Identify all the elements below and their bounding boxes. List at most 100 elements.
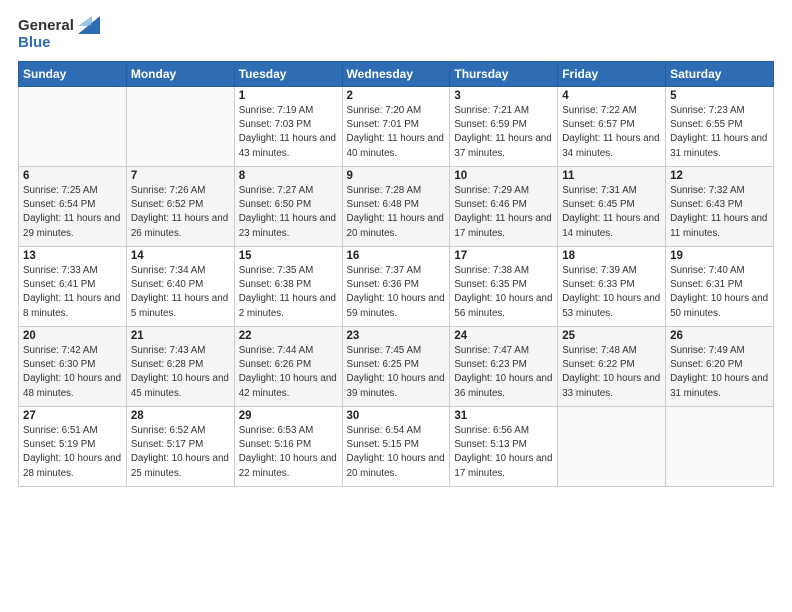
calendar-cell: 25 Sunrise: 7:48 AMSunset: 6:22 PMDayligh… bbox=[558, 327, 666, 407]
day-info: Sunrise: 6:51 AMSunset: 5:19 PMDaylight:… bbox=[23, 424, 122, 481]
day-info: Sunrise: 7:37 AMSunset: 6:36 PMDaylight:… bbox=[347, 264, 446, 321]
day-number: 27 bbox=[23, 410, 122, 422]
day-info: Sunrise: 7:38 AMSunset: 6:35 PMDaylight:… bbox=[454, 264, 553, 321]
calendar-cell: 2 Sunrise: 7:20 AMSunset: 7:01 PMDaylight… bbox=[342, 87, 450, 167]
day-info: Sunrise: 7:44 AMSunset: 6:26 PMDaylight:… bbox=[239, 344, 338, 401]
day-info: Sunrise: 7:40 AMSunset: 6:31 PMDaylight:… bbox=[670, 264, 769, 321]
calendar-cell: 11 Sunrise: 7:31 AMSunset: 6:45 PMDayligh… bbox=[558, 167, 666, 247]
day-info: Sunrise: 7:21 AMSunset: 6:59 PMDaylight:… bbox=[454, 104, 553, 161]
calendar-cell: 30Sunrise: 6:54 AMSunset: 5:15 PMDayligh… bbox=[342, 407, 450, 487]
calendar-cell: 21Sunrise: 7:43 AMSunset: 6:28 PMDayligh… bbox=[126, 327, 234, 407]
day-number: 16 bbox=[347, 250, 446, 262]
calendar-header-thursday: Thursday bbox=[450, 62, 558, 87]
logo-blue: Blue bbox=[18, 34, 51, 51]
day-info: Sunrise: 7:48 AMSunset: 6:22 PMDaylight:… bbox=[562, 344, 661, 401]
calendar-cell: 31Sunrise: 6:56 AMSunset: 5:13 PMDayligh… bbox=[450, 407, 558, 487]
day-info: Sunrise: 7:27 AMSunset: 6:50 PMDaylight:… bbox=[239, 184, 338, 241]
day-info: Sunrise: 7:49 AMSunset: 6:20 PMDaylight:… bbox=[670, 344, 769, 401]
calendar-cell: 19 Sunrise: 7:40 AMSunset: 6:31 PMDayligh… bbox=[666, 247, 774, 327]
day-number: 11 bbox=[562, 170, 661, 182]
day-info: Sunrise: 7:28 AMSunset: 6:48 PMDaylight:… bbox=[347, 184, 446, 241]
day-info: Sunrise: 7:22 AMSunset: 6:57 PMDaylight:… bbox=[562, 104, 661, 161]
calendar-week-2: 6Sunrise: 7:25 AMSunset: 6:54 PMDaylight… bbox=[19, 167, 774, 247]
calendar-cell: 8 Sunrise: 7:27 AMSunset: 6:50 PMDaylight… bbox=[234, 167, 342, 247]
calendar-cell: 28 Sunrise: 6:52 AMSunset: 5:17 PMDayligh… bbox=[126, 407, 234, 487]
day-info: Sunrise: 7:42 AMSunset: 6:30 PMDaylight:… bbox=[23, 344, 122, 401]
day-info: Sunrise: 7:47 AMSunset: 6:23 PMDaylight:… bbox=[454, 344, 553, 401]
day-info: Sunrise: 6:54 AMSunset: 5:15 PMDaylight:… bbox=[347, 424, 446, 481]
day-info: Sunrise: 7:26 AMSunset: 6:52 PMDaylight:… bbox=[131, 184, 230, 241]
calendar-cell: 17Sunrise: 7:38 AMSunset: 6:35 PMDayligh… bbox=[450, 247, 558, 327]
calendar-header-tuesday: Tuesday bbox=[234, 62, 342, 87]
calendar-week-5: 27 Sunrise: 6:51 AMSunset: 5:19 PMDayligh… bbox=[19, 407, 774, 487]
day-info: Sunrise: 7:33 AMSunset: 6:41 PMDaylight:… bbox=[23, 264, 122, 321]
day-number: 14 bbox=[131, 250, 230, 262]
calendar-cell bbox=[666, 407, 774, 487]
day-number: 26 bbox=[670, 330, 769, 342]
calendar-cell: 7 Sunrise: 7:26 AMSunset: 6:52 PMDaylight… bbox=[126, 167, 234, 247]
logo: General Blue bbox=[18, 16, 100, 51]
day-number: 8 bbox=[239, 170, 338, 182]
calendar-cell: 27 Sunrise: 6:51 AMSunset: 5:19 PMDayligh… bbox=[19, 407, 127, 487]
day-number: 18 bbox=[562, 250, 661, 262]
day-info: Sunrise: 7:39 AMSunset: 6:33 PMDaylight:… bbox=[562, 264, 661, 321]
calendar-cell: 12Sunrise: 7:32 AMSunset: 6:43 PMDayligh… bbox=[666, 167, 774, 247]
day-number: 19 bbox=[670, 250, 769, 262]
day-info: Sunrise: 6:53 AMSunset: 5:16 PMDaylight:… bbox=[239, 424, 338, 481]
calendar-table: SundayMondayTuesdayWednesdayThursdayFrid… bbox=[18, 61, 774, 487]
day-number: 9 bbox=[347, 170, 446, 182]
day-info: Sunrise: 6:52 AMSunset: 5:17 PMDaylight:… bbox=[131, 424, 230, 481]
day-info: Sunrise: 7:32 AMSunset: 6:43 PMDaylight:… bbox=[670, 184, 769, 241]
calendar-cell bbox=[126, 87, 234, 167]
calendar-cell: 13 Sunrise: 7:33 AMSunset: 6:41 PMDayligh… bbox=[19, 247, 127, 327]
day-number: 1 bbox=[239, 90, 338, 102]
calendar-cell: 29 Sunrise: 6:53 AMSunset: 5:16 PMDayligh… bbox=[234, 407, 342, 487]
day-number: 7 bbox=[131, 170, 230, 182]
calendar-week-3: 13 Sunrise: 7:33 AMSunset: 6:41 PMDayligh… bbox=[19, 247, 774, 327]
calendar-cell: 9 Sunrise: 7:28 AMSunset: 6:48 PMDaylight… bbox=[342, 167, 450, 247]
day-number: 29 bbox=[239, 410, 338, 422]
day-number: 25 bbox=[562, 330, 661, 342]
calendar-cell: 1 Sunrise: 7:19 AMSunset: 7:03 PMDaylight… bbox=[234, 87, 342, 167]
day-info: Sunrise: 7:25 AMSunset: 6:54 PMDaylight:… bbox=[23, 184, 122, 241]
header: General Blue bbox=[18, 16, 774, 51]
calendar-cell: 15Sunrise: 7:35 AMSunset: 6:38 PMDayligh… bbox=[234, 247, 342, 327]
calendar-cell bbox=[558, 407, 666, 487]
page: General Blue SundayMondayTuesdayWednesda… bbox=[0, 0, 792, 612]
calendar-cell: 3 Sunrise: 7:21 AMSunset: 6:59 PMDaylight… bbox=[450, 87, 558, 167]
day-number: 13 bbox=[23, 250, 122, 262]
logo-general: General bbox=[18, 17, 74, 34]
calendar-header-row: SundayMondayTuesdayWednesdayThursdayFrid… bbox=[19, 62, 774, 87]
day-info: Sunrise: 7:23 AMSunset: 6:55 PMDaylight:… bbox=[670, 104, 769, 161]
day-info: Sunrise: 6:56 AMSunset: 5:13 PMDaylight:… bbox=[454, 424, 553, 481]
day-number: 2 bbox=[347, 90, 446, 102]
day-info: Sunrise: 7:19 AMSunset: 7:03 PMDaylight:… bbox=[239, 104, 338, 161]
day-number: 20 bbox=[23, 330, 122, 342]
day-number: 3 bbox=[454, 90, 553, 102]
day-number: 5 bbox=[670, 90, 769, 102]
calendar-cell bbox=[19, 87, 127, 167]
logo-triangle-icon bbox=[78, 16, 100, 34]
calendar-cell: 18 Sunrise: 7:39 AMSunset: 6:33 PMDayligh… bbox=[558, 247, 666, 327]
day-info: Sunrise: 7:45 AMSunset: 6:25 PMDaylight:… bbox=[347, 344, 446, 401]
calendar-cell: 10Sunrise: 7:29 AMSunset: 6:46 PMDayligh… bbox=[450, 167, 558, 247]
day-number: 4 bbox=[562, 90, 661, 102]
calendar-cell: 26 Sunrise: 7:49 AMSunset: 6:20 PMDayligh… bbox=[666, 327, 774, 407]
calendar-cell: 14Sunrise: 7:34 AMSunset: 6:40 PMDayligh… bbox=[126, 247, 234, 327]
calendar-cell: 20 Sunrise: 7:42 AMSunset: 6:30 PMDayligh… bbox=[19, 327, 127, 407]
calendar-cell: 5 Sunrise: 7:23 AMSunset: 6:55 PMDaylight… bbox=[666, 87, 774, 167]
day-number: 23 bbox=[347, 330, 446, 342]
calendar-header-saturday: Saturday bbox=[666, 62, 774, 87]
calendar-cell: 4 Sunrise: 7:22 AMSunset: 6:57 PMDaylight… bbox=[558, 87, 666, 167]
day-number: 24 bbox=[454, 330, 553, 342]
day-number: 28 bbox=[131, 410, 230, 422]
calendar-cell: 23 Sunrise: 7:45 AMSunset: 6:25 PMDayligh… bbox=[342, 327, 450, 407]
day-info: Sunrise: 7:20 AMSunset: 7:01 PMDaylight:… bbox=[347, 104, 446, 161]
day-number: 15 bbox=[239, 250, 338, 262]
day-info: Sunrise: 7:31 AMSunset: 6:45 PMDaylight:… bbox=[562, 184, 661, 241]
calendar-header-monday: Monday bbox=[126, 62, 234, 87]
calendar-cell: 22 Sunrise: 7:44 AMSunset: 6:26 PMDayligh… bbox=[234, 327, 342, 407]
calendar-header-friday: Friday bbox=[558, 62, 666, 87]
day-number: 22 bbox=[239, 330, 338, 342]
calendar-week-4: 20 Sunrise: 7:42 AMSunset: 6:30 PMDayligh… bbox=[19, 327, 774, 407]
